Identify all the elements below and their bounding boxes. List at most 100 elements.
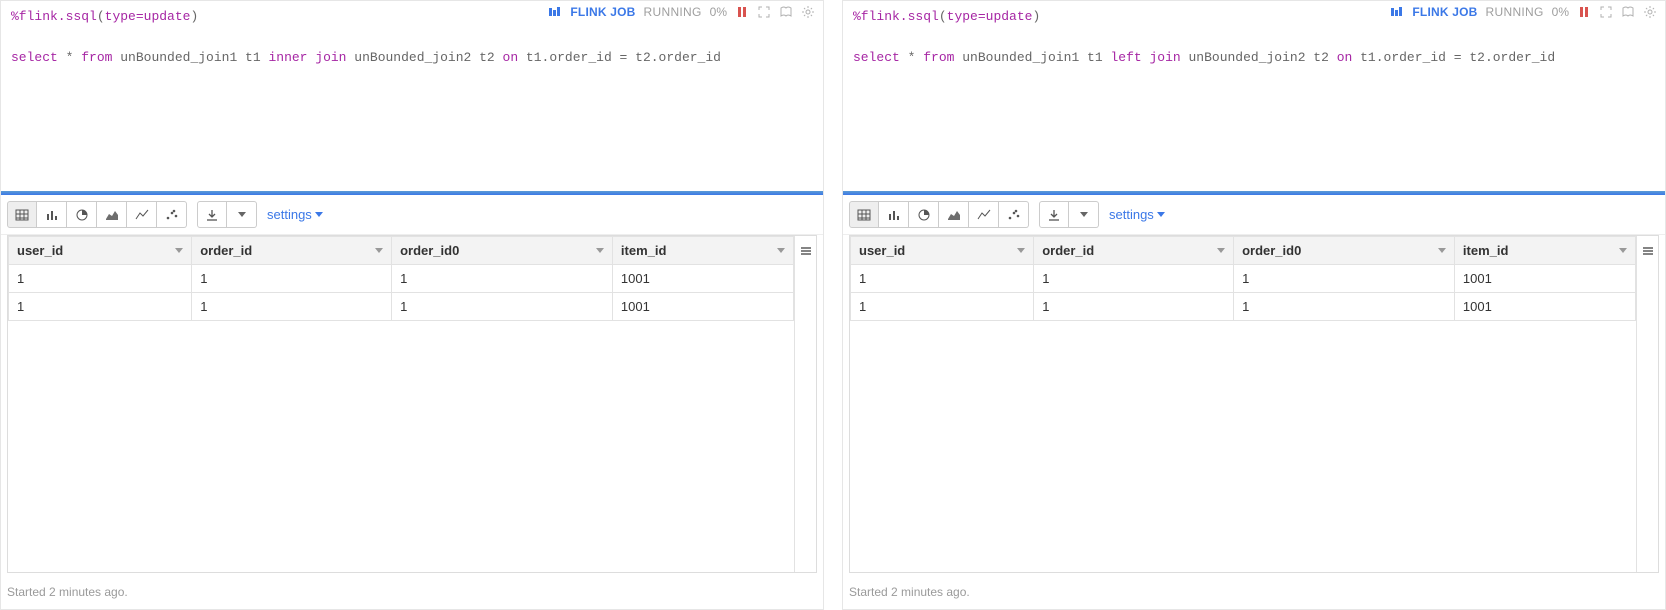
cell-status-bar: FLINK JOB RUNNING 0%: [548, 5, 815, 19]
sql-keyword: left join: [1110, 50, 1180, 65]
pause-icon[interactable]: [1577, 5, 1591, 19]
download-menu-button[interactable]: [227, 201, 257, 228]
sql-text: t1.order_id = t2.order_id: [518, 50, 721, 65]
chevron-down-icon[interactable]: [596, 248, 604, 253]
viz-table-button[interactable]: [7, 201, 37, 228]
notebook-pane-left: FLINK JOB RUNNING 0% %flink.ssql(type=up…: [0, 0, 824, 610]
chevron-down-icon[interactable]: [1217, 248, 1225, 253]
table-cell: 1: [1034, 265, 1234, 293]
chevron-down-icon[interactable]: [1619, 248, 1627, 253]
flink-job-label: FLINK JOB: [570, 5, 635, 19]
magic-args: type=update: [105, 9, 191, 24]
gear-icon[interactable]: [801, 5, 815, 19]
table-row: 1111001: [851, 293, 1636, 321]
gear-icon[interactable]: [1643, 5, 1657, 19]
download-menu-button[interactable]: [1069, 201, 1099, 228]
table-cell: 1: [1234, 293, 1455, 321]
sql-keyword: on: [1337, 50, 1353, 65]
viz-bar-button[interactable]: [879, 201, 909, 228]
column-header[interactable]: item_id: [1454, 237, 1635, 265]
viz-area-button[interactable]: [97, 201, 127, 228]
viz-pie-button[interactable]: [909, 201, 939, 228]
column-header[interactable]: order_id: [1034, 237, 1234, 265]
settings-link[interactable]: settings: [267, 207, 323, 222]
cell-status-bar: FLINK JOB RUNNING 0%: [1390, 5, 1657, 19]
column-header[interactable]: order_id0: [392, 237, 613, 265]
code-editor[interactable]: %flink.ssql(type=update)select * from un…: [1, 1, 823, 191]
chevron-down-icon[interactable]: [1438, 248, 1446, 253]
column-header[interactable]: item_id: [612, 237, 793, 265]
table-cell: 1: [9, 265, 192, 293]
table-row: 1111001: [9, 265, 794, 293]
download-button[interactable]: [197, 201, 227, 228]
chevron-down-icon: [1157, 212, 1165, 217]
sql-keyword: from: [923, 50, 954, 65]
result-table-container: user_idorder_idorder_id0item_id111100111…: [849, 235, 1659, 573]
magic-args: type=update: [947, 9, 1033, 24]
job-status: RUNNING: [1486, 5, 1544, 19]
magic-directive: %flink.ssql: [11, 9, 97, 24]
result-table: user_idorder_idorder_id0item_id111100111…: [850, 236, 1636, 321]
viz-bar-button[interactable]: [37, 201, 67, 228]
table-cell: 1001: [612, 265, 793, 293]
table-cell: 1: [392, 293, 613, 321]
sql-keyword: select: [11, 50, 58, 65]
table-cell: 1001: [1454, 265, 1635, 293]
job-status: RUNNING: [644, 5, 702, 19]
book-icon[interactable]: [1621, 5, 1635, 19]
table-cell: 1001: [612, 293, 793, 321]
viz-scatter-button[interactable]: [157, 201, 187, 228]
sql-keyword: inner join: [268, 50, 346, 65]
chevron-down-icon[interactable]: [1017, 248, 1025, 253]
viz-scatter-button[interactable]: [999, 201, 1029, 228]
table-row: 1111001: [9, 293, 794, 321]
sql-text: t1.order_id = t2.order_id: [1352, 50, 1555, 65]
viz-line-button[interactable]: [127, 201, 157, 228]
viz-line-button[interactable]: [969, 201, 999, 228]
settings-link[interactable]: settings: [1109, 207, 1165, 222]
notebook-pane-right: FLINK JOB RUNNING 0% %flink.ssql(type=up…: [842, 0, 1666, 610]
download-button[interactable]: [1039, 201, 1069, 228]
table-cell: 1001: [1454, 293, 1635, 321]
chevron-down-icon[interactable]: [777, 248, 785, 253]
column-header[interactable]: user_id: [851, 237, 1034, 265]
viz-table-button[interactable]: [849, 201, 879, 228]
table-cell: 1: [192, 265, 392, 293]
settings-label: settings: [1109, 207, 1154, 222]
cell-footer: Started 2 minutes ago.: [1, 579, 823, 609]
column-header[interactable]: order_id0: [1234, 237, 1455, 265]
column-header[interactable]: order_id: [192, 237, 392, 265]
expand-icon[interactable]: [757, 5, 771, 19]
table-cell: 1: [192, 293, 392, 321]
table-cell: 1: [851, 265, 1034, 293]
viz-area-button[interactable]: [939, 201, 969, 228]
job-progress: 0%: [1552, 5, 1569, 19]
table-options-button[interactable]: [794, 236, 816, 572]
result-toolbar: settings: [843, 195, 1665, 235]
result-table-container: user_idorder_idorder_id0item_id111100111…: [7, 235, 817, 573]
pause-icon[interactable]: [735, 5, 749, 19]
sql-keyword: on: [503, 50, 519, 65]
flink-bars-icon: [1390, 5, 1404, 19]
chevron-down-icon[interactable]: [375, 248, 383, 253]
sql-text: *: [58, 50, 81, 65]
viz-pie-button[interactable]: [67, 201, 97, 228]
table-cell: 1: [1234, 265, 1455, 293]
table-options-button[interactable]: [1636, 236, 1658, 572]
table-row: 1111001: [851, 265, 1636, 293]
table-cell: 1: [851, 293, 1034, 321]
code-editor[interactable]: %flink.ssql(type=update)select * from un…: [843, 1, 1665, 191]
flink-job-label: FLINK JOB: [1412, 5, 1477, 19]
job-progress: 0%: [710, 5, 727, 19]
column-header[interactable]: user_id: [9, 237, 192, 265]
chevron-down-icon[interactable]: [175, 248, 183, 253]
table-cell: 1: [392, 265, 613, 293]
result-toolbar: settings: [1, 195, 823, 235]
expand-icon[interactable]: [1599, 5, 1613, 19]
cell-footer: Started 2 minutes ago.: [843, 579, 1665, 609]
flink-bars-icon: [548, 5, 562, 19]
book-icon[interactable]: [779, 5, 793, 19]
sql-keyword: from: [81, 50, 112, 65]
sql-text: unBounded_join1 t1: [112, 50, 268, 65]
sql-text: unBounded_join1 t1: [954, 50, 1110, 65]
